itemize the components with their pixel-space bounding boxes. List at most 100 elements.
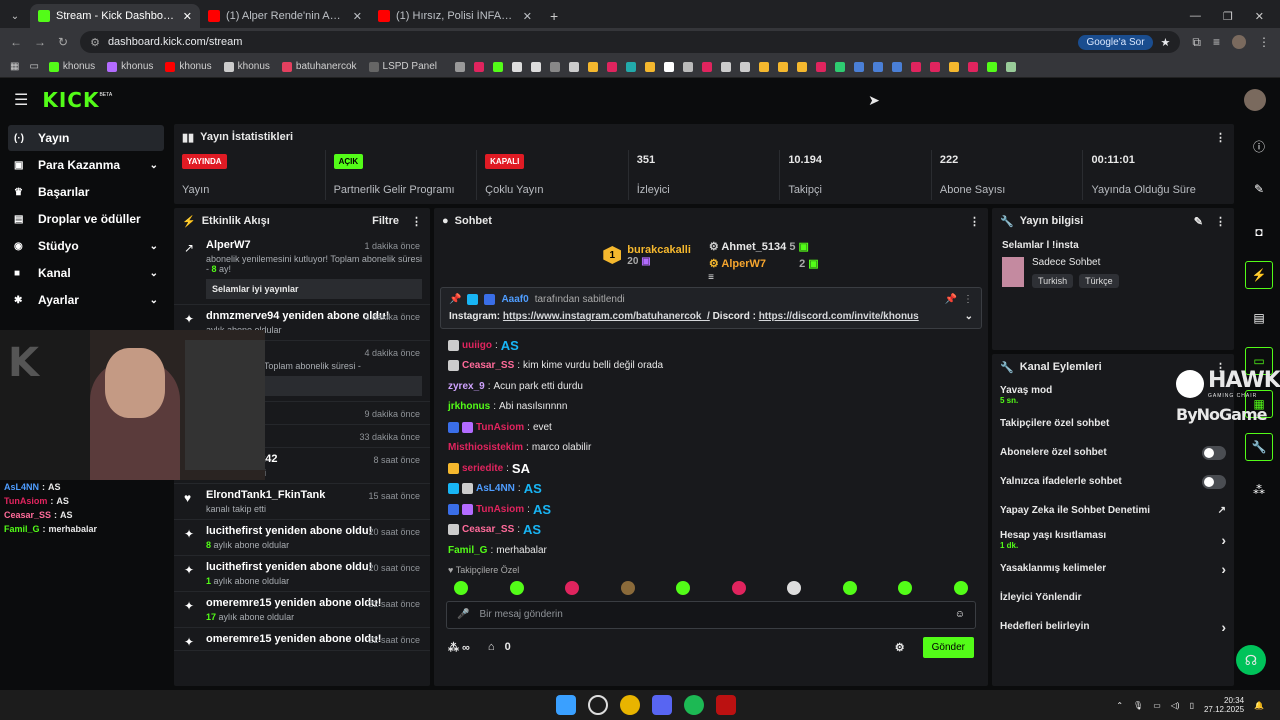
category-thumbnail[interactable] [1002, 257, 1024, 287]
activity-item[interactable]: ♥ ElrondTank1_FkinTank 15 saat önce kanalı … [174, 484, 430, 520]
camera-icon[interactable]: ◘ [1245, 218, 1273, 246]
expand-chevron-icon[interactable]: ⌄ [965, 311, 973, 322]
browser-tab[interactable]: (1) Hırsız, Polisi İNFAZ Etmeye Ç... ✕ [370, 4, 540, 28]
google-ask-button[interactable]: Google'a Sor [1078, 34, 1153, 50]
toggle-switch[interactable] [1202, 474, 1226, 489]
activity-item[interactable]: ✦ omeremre15 yeniden abone oldu! 22 saat ö… [174, 592, 430, 628]
edit-icon[interactable]: ✎ [1194, 215, 1203, 228]
more-icon[interactable]: ⋮ [1215, 215, 1226, 228]
bookmark-item[interactable]: khonus [165, 61, 212, 72]
chevron-right-icon[interactable]: › [1221, 619, 1226, 635]
bookmark-item[interactable]: khonus [223, 61, 270, 72]
chrome-icon[interactable] [620, 695, 640, 715]
sidebar-item[interactable]: ◉ Stüdyo ⌄ [8, 233, 164, 259]
emote-icon[interactable] [509, 580, 524, 595]
search-icon[interactable] [588, 695, 608, 715]
tag-chip[interactable]: Türkçe [1079, 274, 1119, 288]
chat-username[interactable]: Ceasar_SS [462, 524, 514, 535]
chat-message[interactable]: jrkhonus: Abi nasılsınnnn [434, 397, 988, 418]
pinned-by-user[interactable]: Aaaf0 [501, 294, 528, 305]
emote-icon[interactable] [454, 580, 468, 595]
emote-icon[interactable] [565, 580, 580, 595]
tag-chip[interactable]: Turkish [1032, 274, 1074, 288]
emote-icon[interactable] [620, 580, 635, 595]
battery-icon[interactable]: ▯ [1190, 701, 1194, 710]
clock[interactable]: 20:34 27.12.2025 [1204, 696, 1244, 714]
filter-button[interactable]: Filtre [372, 215, 399, 227]
external-link-icon[interactable]: ↗ [1218, 505, 1226, 516]
apps-icon[interactable]: ▦ [10, 61, 19, 72]
folder-icon[interactable]: ▭ [29, 61, 38, 72]
extensions-icon[interactable]: ⧉ [1192, 35, 1201, 50]
back-icon[interactable]: ← [10, 35, 22, 49]
activity-item[interactable]: ✦ lucithefirst yeniden abone oldu! 20 saat… [174, 556, 430, 592]
tab-search-icon[interactable]: ⌄ [0, 4, 30, 28]
chat-message[interactable]: Ceasar_SS: AS [434, 520, 988, 541]
new-tab-button[interactable]: + [540, 4, 568, 28]
sidebar-item[interactable]: ✱ Ayarlar ⌄ [8, 287, 164, 313]
bookmark-item[interactable]: khonus [107, 61, 153, 72]
channel-action-row[interactable]: Yalnızca ifadelerle sohbet [992, 467, 1234, 496]
chat-message[interactable]: zyrex_9: Acun park etti durdu [434, 376, 988, 397]
chat-input[interactable]: 🎤 Bir mesaj gönderin ☺ [446, 600, 976, 629]
sidebar-item[interactable]: ▤ Droplar ve ödüller [8, 206, 164, 232]
restore-icon[interactable]: ❐ [1223, 10, 1233, 23]
sidebar-item[interactable]: (·) Yayın [8, 125, 164, 151]
chat-message[interactable]: TunAsiom: evet [434, 417, 988, 438]
status-badge[interactable]: KAPALI [485, 154, 525, 169]
chat-username[interactable]: TunAsiom [476, 504, 524, 515]
mic-tray-icon[interactable]: 🎙 [1133, 701, 1143, 710]
chat-username[interactable]: uuiigo [462, 340, 492, 351]
channel-action-row[interactable]: Hedefleri belirleyin › [992, 612, 1234, 641]
channel-action-row[interactable]: Yasaklanmış kelimeler › [992, 554, 1234, 583]
start-icon[interactable] [556, 695, 576, 715]
chat-message[interactable]: AsL4NN: AS [434, 479, 988, 500]
more-icon[interactable]: ⋮ [411, 215, 422, 228]
tab-close-icon[interactable]: ✕ [353, 10, 362, 23]
sidebar-item[interactable]: ♛ Başarılar [8, 179, 164, 205]
points-icon[interactable]: ⁂ ∞ [448, 641, 470, 654]
chevron-down-icon[interactable]: ⌄ [150, 241, 158, 252]
mic-icon[interactable]: 🎤 [457, 609, 469, 620]
emoji-icon[interactable]: ☺ [955, 609, 965, 620]
unpin-icon[interactable]: 📌 [945, 294, 957, 305]
emote-icon[interactable] [898, 580, 913, 595]
document-icon[interactable]: ▤ [1245, 304, 1273, 332]
more-icon[interactable]: ⋮ [969, 215, 980, 228]
discord-link[interactable]: https://discord.com/invite/khonus [759, 311, 919, 322]
channel-action-row[interactable]: Hesap yaşı kısıtlaması 1 dk. › [992, 525, 1234, 554]
tab-close-icon[interactable]: ✕ [523, 10, 532, 23]
chat-username[interactable]: zyrex_9 [448, 381, 485, 392]
bookmark-star-icon[interactable]: ★ [1161, 36, 1171, 49]
bolt-icon[interactable]: ⚡ [1245, 261, 1273, 289]
chevron-down-icon[interactable]: ⌄ [150, 160, 158, 171]
channel-action-row[interactable]: Abonelere özel sohbet [992, 438, 1234, 467]
points-icon[interactable]: ⁂ [1245, 476, 1273, 504]
reload-icon[interactable]: ↻ [58, 35, 68, 49]
minimize-icon[interactable]: — [1190, 10, 1201, 22]
settings-gear-icon[interactable]: ⚙ [895, 641, 905, 654]
channel-action-row[interactable]: Yapay Zeka ile Sohbet Denetimi ↗ [992, 496, 1234, 525]
media-icon[interactable]: ≡ [1213, 35, 1220, 49]
user-avatar[interactable] [1244, 89, 1266, 111]
more-icon[interactable]: ⋮ [1215, 131, 1226, 144]
emote-icon[interactable] [842, 580, 857, 595]
channel-action-row[interactable]: İzleyici Yönlendir [992, 583, 1234, 612]
tray-chevron-icon[interactable]: ⌃ [1116, 701, 1123, 710]
activity-item[interactable]: ↗ AlperW7 1 dakika önce abonelik yenilemesi… [174, 234, 430, 305]
bookmark-item[interactable]: khonus [48, 61, 95, 72]
chevron-right-icon[interactable]: › [1221, 532, 1226, 548]
browser-tab[interactable]: (1) Alper Rende'nin Amerikan P... ✕ [200, 4, 370, 28]
chat-message[interactable]: Ceasar_SS: kim kime vurdu belli değil ora… [434, 356, 988, 377]
spotify-icon[interactable] [684, 695, 704, 715]
close-window-icon[interactable]: ✕ [1255, 10, 1264, 23]
status-badge[interactable]: AÇIK [333, 154, 364, 169]
emote-icon[interactable] [676, 580, 691, 595]
info-icon[interactable]: ⓘ [1245, 132, 1273, 160]
emote-icon[interactable] [953, 580, 968, 595]
send-button[interactable]: Gönder [922, 636, 974, 658]
profile-avatar[interactable] [1232, 35, 1246, 49]
obs-icon[interactable] [716, 695, 736, 715]
top-gifter-name[interactable]: Ahmet_5134 [721, 241, 786, 253]
bookmark-item[interactable]: LSPD Panel [368, 61, 437, 72]
